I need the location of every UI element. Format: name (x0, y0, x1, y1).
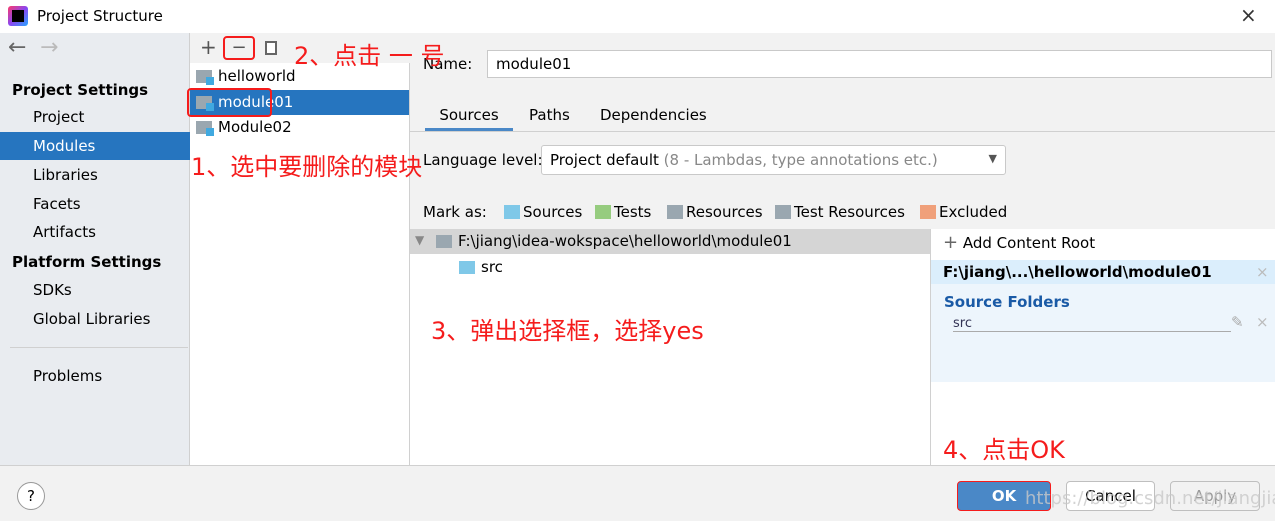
plus-icon: + (943, 232, 959, 253)
annotation-step4: 4、点击OK (943, 436, 1065, 464)
sidebar-item-modules[interactable]: Modules (0, 132, 190, 160)
sidebar-item-libraries[interactable]: Libraries (0, 161, 190, 189)
add-content-root-button[interactable]: + Add Content Root (943, 232, 1095, 253)
tests-folder-icon (595, 205, 611, 219)
copy-icon[interactable] (265, 41, 277, 55)
sidebar-item-facets[interactable]: Facets (0, 190, 190, 218)
forward-arrow-icon[interactable]: → (40, 35, 58, 60)
sidebar-item-artifacts[interactable]: Artifacts (0, 218, 190, 246)
tree-src-row[interactable]: src (459, 255, 659, 280)
mark-excluded-button[interactable]: Excluded (920, 203, 1007, 221)
title-bar: Project Structure × (0, 0, 1275, 33)
module-item-module02[interactable]: Module02 (190, 115, 409, 140)
sidebar-item-problems[interactable]: Problems (0, 362, 190, 390)
content-root-path: F:\jiang\...\helloworld\module01 (931, 260, 1275, 284)
language-level-select[interactable]: Project default (8 - Lambdas, type annot… (541, 145, 1006, 175)
add-icon[interactable]: + (200, 35, 217, 59)
module-folder-icon (196, 121, 214, 136)
annotation-step1: 1、选中要删除的模块 (191, 153, 423, 181)
source-folders-heading: Source Folders (944, 293, 1070, 311)
source-folder-entry: src (953, 316, 1231, 332)
source-folder-icon (459, 261, 475, 274)
tab-sources[interactable]: Sources (425, 103, 513, 131)
annotation-step3: 3、弹出选择框，选择yes (431, 317, 704, 345)
intellij-logo-icon (8, 6, 28, 26)
remove-root-icon[interactable]: × (1256, 263, 1269, 281)
mark-test-resources-button[interactable]: Test Resources (775, 203, 905, 221)
sidebar-item-project[interactable]: Project (0, 103, 190, 131)
dialog-footer: ? OK Cancel Apply https://blog.csdn.net/… (0, 465, 1275, 521)
remove-button[interactable]: − (223, 36, 255, 60)
folder-icon (436, 235, 452, 248)
test-resources-folder-icon (775, 205, 791, 219)
language-level-label: Language level: (423, 151, 543, 169)
watermark: https://blog.csdn.net/jiangjiaoyong (1025, 488, 1275, 509)
annotation-highlight (187, 88, 272, 117)
edit-pencil-icon[interactable]: ✎ (1231, 313, 1244, 331)
close-icon[interactable]: × (1240, 3, 1257, 27)
mark-as-label: Mark as: (423, 203, 487, 221)
divider (10, 347, 188, 348)
tree-root-row[interactable]: ▼ F:\jiang\idea-wokspace\helloworld\modu… (410, 229, 930, 254)
divider (410, 131, 1275, 132)
back-arrow-icon[interactable]: ← (8, 35, 26, 60)
sidebar-item-sdks[interactable]: SDKs (0, 276, 190, 304)
section-project-settings: Project Settings (12, 81, 149, 99)
module-list-panel: + − helloworld module01 Module02 (187, 33, 410, 465)
sources-folder-icon (504, 205, 520, 219)
name-input[interactable]: module01 (487, 50, 1272, 78)
annotation-step2: 2、点击 一 号 (294, 42, 445, 70)
expand-arrow-icon[interactable]: ▼ (415, 233, 424, 247)
tab-paths[interactable]: Paths (529, 103, 570, 131)
chevron-down-icon: ▼ (988, 152, 997, 165)
sidebar-item-global-libraries[interactable]: Global Libraries (0, 305, 190, 333)
section-platform-settings: Platform Settings (12, 253, 162, 271)
excluded-folder-icon (920, 205, 936, 219)
resources-folder-icon (667, 205, 683, 219)
tab-dependencies[interactable]: Dependencies (600, 103, 707, 131)
window-title: Project Structure (37, 7, 163, 25)
help-button[interactable]: ? (17, 482, 45, 510)
mark-resources-button[interactable]: Resources (667, 203, 763, 221)
module-folder-icon (196, 70, 214, 85)
mark-tests-button[interactable]: Tests (595, 203, 651, 221)
content-tree: ▼ F:\jiang\idea-wokspace\helloworld\modu… (410, 229, 930, 465)
mark-sources-button[interactable]: Sources (504, 203, 582, 221)
sidebar: ← → Project Settings Project Modules Lib… (0, 33, 190, 465)
module-settings-panel: Name: module01 Sources Paths Dependencie… (410, 33, 1275, 465)
remove-folder-icon[interactable]: × (1256, 313, 1269, 331)
